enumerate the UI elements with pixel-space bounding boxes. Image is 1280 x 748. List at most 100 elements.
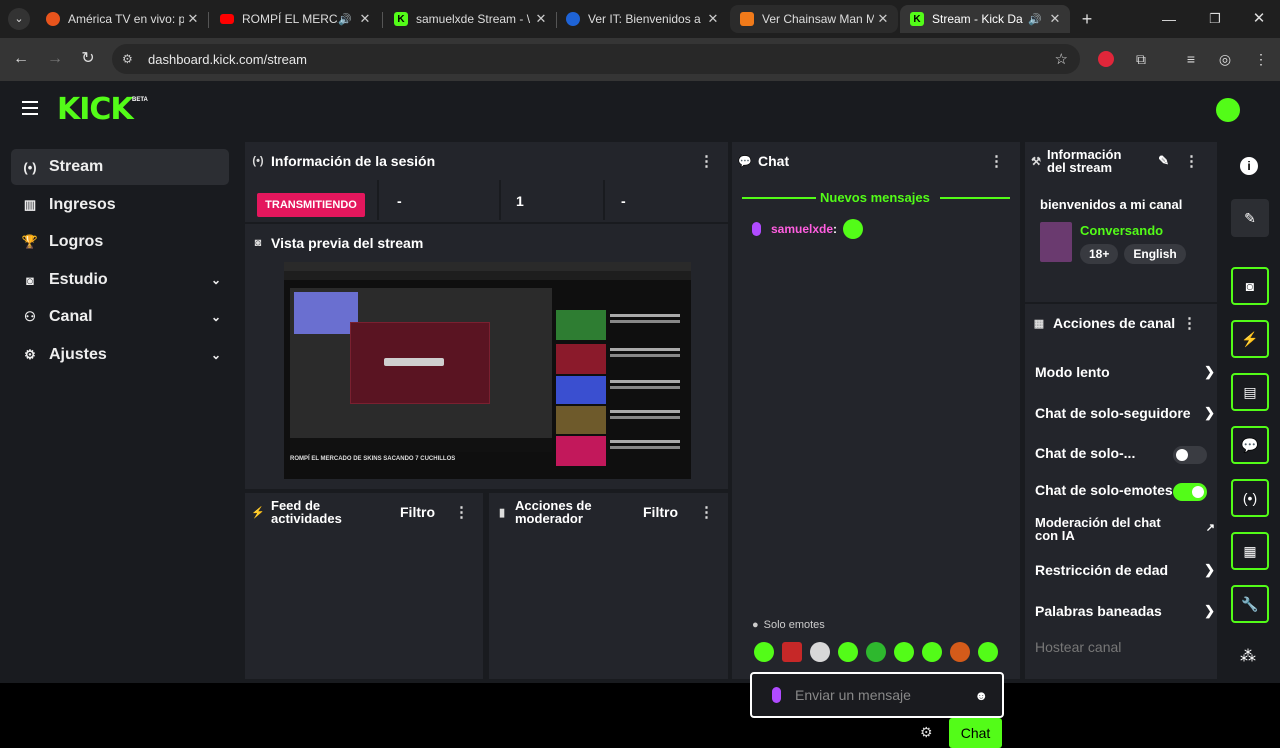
beta-label: BETA	[132, 97, 148, 103]
sidebar-item-estudio[interactable]: ◙ Estudio ⌄	[11, 262, 229, 298]
forward-icon[interactable]: →	[44, 48, 66, 70]
tab-youtube[interactable]: ROMPÍ EL MERCA 🔊 ✕	[210, 5, 380, 33]
action-age-restriction[interactable]: Restricción de edad ❯	[1035, 562, 1215, 578]
puzzle-icon[interactable]: ⧉	[1132, 50, 1150, 68]
filter-button[interactable]: Filtro	[400, 504, 435, 520]
emote-icon[interactable]	[866, 642, 886, 662]
sidebar-item-stream[interactable]: (•) Stream	[11, 149, 229, 185]
more-options-icon[interactable]: ⋮	[1182, 314, 1197, 332]
more-options-icon[interactable]: ⋮	[699, 152, 714, 170]
close-tab-icon[interactable]: ✕	[874, 11, 892, 27]
tab-chainsaw-man[interactable]: Ver Chainsaw Man M ✕	[730, 5, 898, 33]
sidebar-item-label: Estudio	[49, 271, 108, 288]
chat-input[interactable]: Enviar un mensaje ☻	[750, 672, 1004, 718]
wrench-icon[interactable]: 🔧	[1231, 585, 1269, 623]
sidebar-item-label: Ajustes	[49, 346, 107, 363]
channel-actions-icon[interactable]: ▦	[1231, 532, 1269, 570]
edit-pencil-icon[interactable]: ✎	[1231, 199, 1269, 237]
lightning-icon[interactable]: ⚡	[1231, 320, 1269, 358]
menu-icon[interactable]: ⋮	[1252, 50, 1270, 68]
url-field[interactable]: ⚙ dashboard.kick.com/stream ☆	[112, 44, 1080, 74]
chat-settings-icon[interactable]: ⚙	[920, 724, 933, 741]
close-tab-icon[interactable]: ✕	[184, 11, 202, 27]
send-chat-button[interactable]: Chat	[949, 718, 1002, 748]
sidebar-item-logros[interactable]: 🏆 Logros	[11, 224, 229, 260]
sidebar-item-ingresos[interactable]: ▥ Ingresos	[11, 187, 229, 223]
emote-icon[interactable]	[950, 642, 970, 662]
maximize-icon[interactable]: ❐	[1204, 8, 1226, 30]
more-options-icon[interactable]: ⋮	[1184, 152, 1199, 170]
close-tab-icon[interactable]: ✕	[704, 11, 722, 27]
tab-search-icon[interactable]: ⌄	[8, 8, 30, 30]
more-options-icon[interactable]: ⋮	[989, 152, 1004, 170]
tab-samuelxde[interactable]: K samuelxde Stream - \ ✕	[384, 5, 556, 33]
emotes-only-toggle[interactable]	[1173, 483, 1207, 501]
user-avatar[interactable]	[1216, 98, 1240, 122]
edit-pencil-icon[interactable]: ✎	[1158, 153, 1169, 169]
tab-title: Ver Chainsaw Man M	[762, 12, 874, 26]
action-slow-mode[interactable]: Modo lento ❯	[1035, 364, 1215, 380]
subscribers-only-toggle[interactable]	[1173, 446, 1207, 464]
chevron-right-icon: ❯	[1204, 562, 1215, 577]
new-tab-button[interactable]: +	[1076, 8, 1098, 30]
chat-username[interactable]: samuelxde	[771, 222, 833, 236]
more-options-icon[interactable]: ⋮	[699, 503, 714, 521]
bookmark-star-icon[interactable]: ☆	[1055, 50, 1068, 68]
badge-icon	[772, 687, 781, 703]
chat-message: samuelxde :	[752, 219, 864, 239]
kick-logo[interactable]: KICK	[57, 95, 134, 125]
apps-icon[interactable]: ⁂	[1240, 646, 1256, 666]
notes-icon[interactable]: ▤	[1231, 373, 1269, 411]
chat-bubble-icon[interactable]: 💬	[1231, 426, 1269, 464]
site-info-icon[interactable]: ⚙	[122, 52, 133, 66]
trophy-icon: 🏆	[21, 234, 39, 249]
close-window-icon[interactable]: ✕	[1248, 8, 1270, 30]
tag-chip[interactable]: 18+	[1080, 244, 1119, 264]
action-followers-only[interactable]: Chat de solo-seguidore ❯	[1035, 405, 1215, 421]
emote-icon[interactable]	[978, 642, 998, 662]
tag-chip[interactable]: English	[1124, 244, 1186, 264]
close-tab-icon[interactable]: ✕	[356, 11, 374, 27]
sidebar-item-ajustes[interactable]: ⚙ Ajustes ⌄	[11, 337, 229, 373]
info-icon[interactable]: i	[1240, 157, 1258, 175]
action-ai-moderation[interactable]: Moderación del chat con IA ↗	[1035, 516, 1215, 542]
site-icon	[740, 12, 754, 26]
emote-icon[interactable]	[922, 642, 942, 662]
emote-icon[interactable]	[838, 642, 858, 662]
panel-title: Vista previa del stream	[271, 235, 424, 251]
emote-icon[interactable]	[810, 642, 830, 662]
close-tab-icon[interactable]: ✕	[532, 11, 550, 27]
emoji-icon[interactable]: ☻	[974, 688, 988, 703]
reload-icon[interactable]: ↻	[77, 48, 99, 70]
stat-value: -	[397, 193, 402, 209]
studio-icon[interactable]: ◙	[1231, 267, 1269, 305]
media-control-icon[interactable]: ≡	[1182, 50, 1200, 68]
tab-america-tv[interactable]: América TV en vivo: p ✕	[36, 5, 208, 33]
emote-icon[interactable]	[894, 642, 914, 662]
tab-kick-dashboard[interactable]: K Stream - Kick Da 🔊 ✕	[900, 5, 1070, 33]
stream-preview-video[interactable]: ROMPÍ EL MERCADO DE SKINS SACANDO 7 CUCH…	[284, 262, 691, 479]
emote-icon[interactable]	[754, 642, 774, 662]
more-options-icon[interactable]: ⋮	[454, 503, 469, 521]
panel-title: Información del stream	[1047, 147, 1122, 175]
chevron-down-icon[interactable]: ⌄	[211, 310, 221, 324]
category-link[interactable]: Conversando	[1080, 223, 1163, 238]
panel-header: ⚡ Feed de actividades Filtro ⋮	[245, 493, 483, 531]
sidebar-item-canal[interactable]: ⚇ Canal ⌄	[11, 299, 229, 335]
chevron-down-icon[interactable]: ⌄	[211, 348, 221, 362]
extension-icon[interactable]	[1098, 51, 1114, 67]
minimize-icon[interactable]: —	[1158, 8, 1180, 30]
emote-icon[interactable]	[782, 642, 802, 662]
action-banned-words[interactable]: Palabras baneadas ❯	[1035, 603, 1215, 619]
channel-actions-icon: ▦	[1033, 317, 1045, 330]
action-host-channel[interactable]: Hostear canal	[1035, 639, 1207, 655]
filter-button[interactable]: Filtro	[643, 504, 678, 520]
back-icon[interactable]: ←	[10, 48, 32, 70]
chevron-right-icon: ❯	[1204, 603, 1215, 618]
close-tab-icon[interactable]: ✕	[1046, 11, 1064, 27]
profile-icon[interactable]: ◎	[1216, 50, 1234, 68]
broadcast-icon[interactable]: (•)	[1231, 479, 1269, 517]
hamburger-menu-icon[interactable]	[22, 101, 38, 115]
chevron-down-icon[interactable]: ⌄	[211, 273, 221, 287]
tab-ver-it[interactable]: Ver IT: Bienvenidos a ✕	[556, 5, 728, 33]
